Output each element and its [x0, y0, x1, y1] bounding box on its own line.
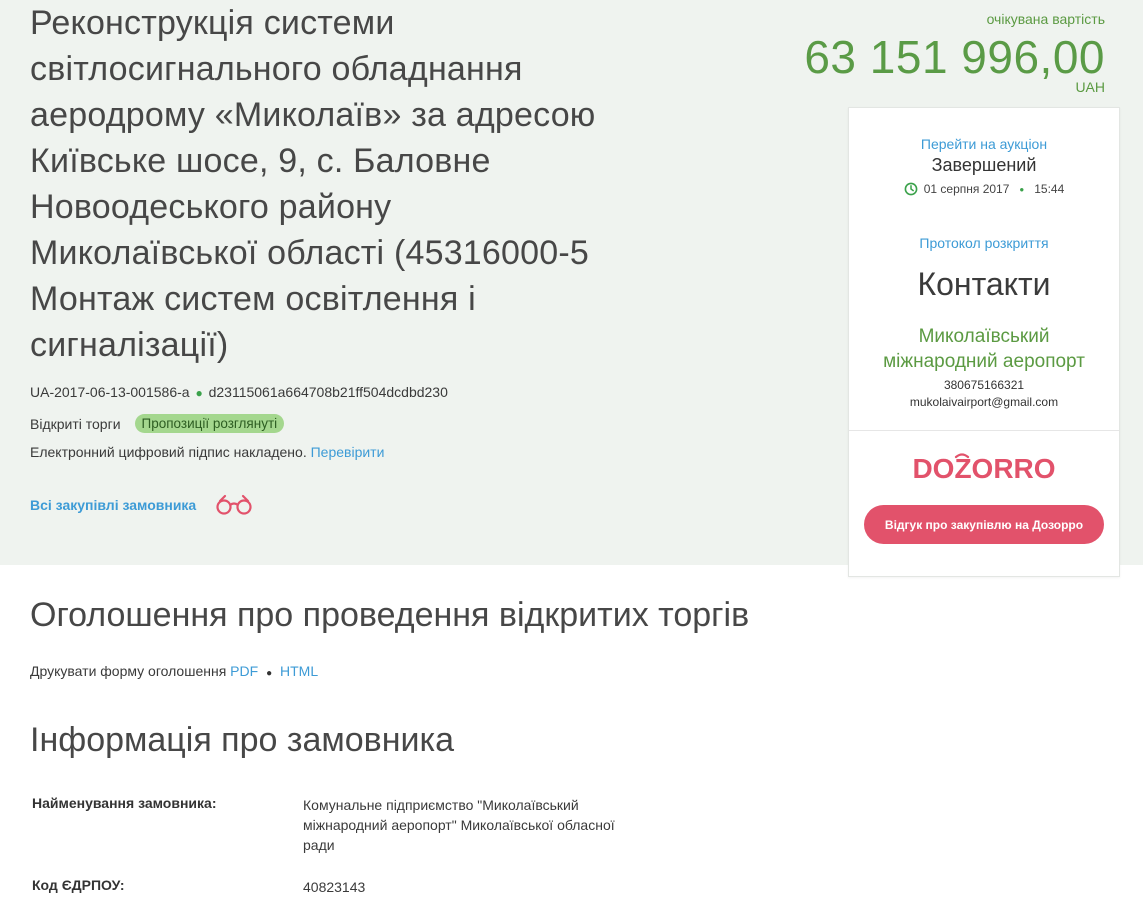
info-value-line: Комунальне підприємство "Миколаївський — [303, 797, 579, 813]
auction-time: 15:44 — [1034, 182, 1065, 196]
title-line: Новоодеського району — [30, 188, 392, 226]
print-form-line: Друкувати форму оголошення PDF ● HTML — [30, 663, 318, 679]
customer-info-heading: Інформація про замовника — [30, 721, 455, 759]
info-label: Код ЄДРПОУ: — [32, 877, 125, 893]
title-line: сигналізації) — [30, 326, 229, 364]
separator-dot: ● — [1019, 184, 1025, 194]
dozorro-logo-text: DOZORRO — [912, 453, 1055, 484]
title-line: аеродрому «Миколаїв» за адресою — [30, 96, 596, 134]
info-row-edrpou: Код ЄДРПОУ: 40823143 — [32, 877, 672, 897]
price-currency: UAH — [1075, 79, 1105, 95]
auction-date: 01 серпня 2017 — [923, 182, 1010, 196]
info-label: Найменування замовника: — [32, 795, 217, 811]
title-line: світлосигнального обладнання — [30, 50, 523, 88]
info-value-line: ради — [303, 837, 335, 853]
procedure-type: Відкриті торги — [30, 415, 121, 432]
all-purchases-link[interactable]: Всі закупівлі замовника — [30, 497, 196, 513]
info-value-line: міжнародний аеропорт" Миколаївської обла… — [303, 817, 615, 833]
org-name-line: міжнародний аеропорт — [883, 351, 1085, 372]
expected-price-value: 63 151 996,00 — [804, 31, 1105, 83]
print-form-label: Друкувати форму оголошення — [30, 663, 227, 679]
signature-text: Електронний цифровий підпис накладено. — [30, 444, 307, 460]
clock-icon — [904, 182, 918, 196]
contact-email: mukolaivairport@gmail.com — [909, 395, 1059, 409]
info-value: Комунальне підприємство "Миколаївський м… — [303, 795, 643, 855]
go-to-auction-link[interactable]: Перейти на аукціон — [849, 136, 1119, 152]
title-line: Миколаївської області (45316000-5 — [30, 234, 589, 272]
separator-dot: ● — [266, 668, 273, 679]
auction-datetime: 01 серпня 2017 ● 15:44 — [849, 182, 1119, 196]
tender-id: UA-2017-06-13-001586-a — [30, 384, 190, 400]
signature-line: Електронний цифровий підпис накладено. П… — [30, 444, 384, 460]
card-divider — [849, 430, 1119, 431]
auction-status: Завершений — [931, 155, 1037, 175]
org-name-line: Миколаївський — [918, 326, 1050, 347]
print-html-link[interactable]: HTML — [280, 663, 318, 679]
verify-signature-link[interactable]: Перевірити — [311, 444, 385, 460]
dozorro-review-button[interactable]: Відгук про закупівлю на Дозорро — [864, 505, 1104, 544]
binoculars-icon[interactable] — [214, 494, 256, 516]
title-line: Монтаж систем освітлення і — [30, 280, 476, 318]
contacts-heading: Контакти — [917, 266, 1051, 302]
title-line: Київське шосе, 9, с. Баловне — [30, 142, 491, 180]
info-value: 40823143 — [303, 879, 366, 895]
disclosure-protocol-link[interactable]: Протокол розкриття — [849, 235, 1119, 251]
print-pdf-link[interactable]: PDF — [230, 663, 258, 679]
tender-title: Реконструкція системи світлосигнального … — [30, 0, 630, 368]
tender-id-line: UA-2017-06-13-001586-a ● d23115061a66470… — [30, 384, 448, 400]
auction-contacts-card: Перейти на аукціон Завершений 01 серпня … — [848, 107, 1120, 577]
tender-hash: d23115061a664708b21ff504dcdbd230 — [208, 384, 448, 400]
tender-status-line: Відкриті торги Пропозиції розглянуті — [30, 414, 285, 433]
info-row-customer-name: Найменування замовника: Комунальне підпр… — [32, 795, 672, 855]
separator-dot: ● — [195, 386, 203, 400]
expected-price-label: очікувана вартість — [986, 11, 1105, 27]
dozorro-logo[interactable]: DOZORRO — [849, 451, 1119, 487]
contact-org-name: Миколаївський міжнародний аеропорт — [849, 324, 1119, 374]
status-badge: Пропозиції розглянуті — [134, 414, 285, 433]
contact-phone: 380675166321 — [943, 378, 1025, 392]
announcement-heading: Оголошення про проведення відкритих торг… — [30, 596, 750, 634]
all-purchases-row: Всі закупівлі замовника — [30, 494, 256, 516]
title-line: Реконструкція системи — [30, 4, 395, 42]
